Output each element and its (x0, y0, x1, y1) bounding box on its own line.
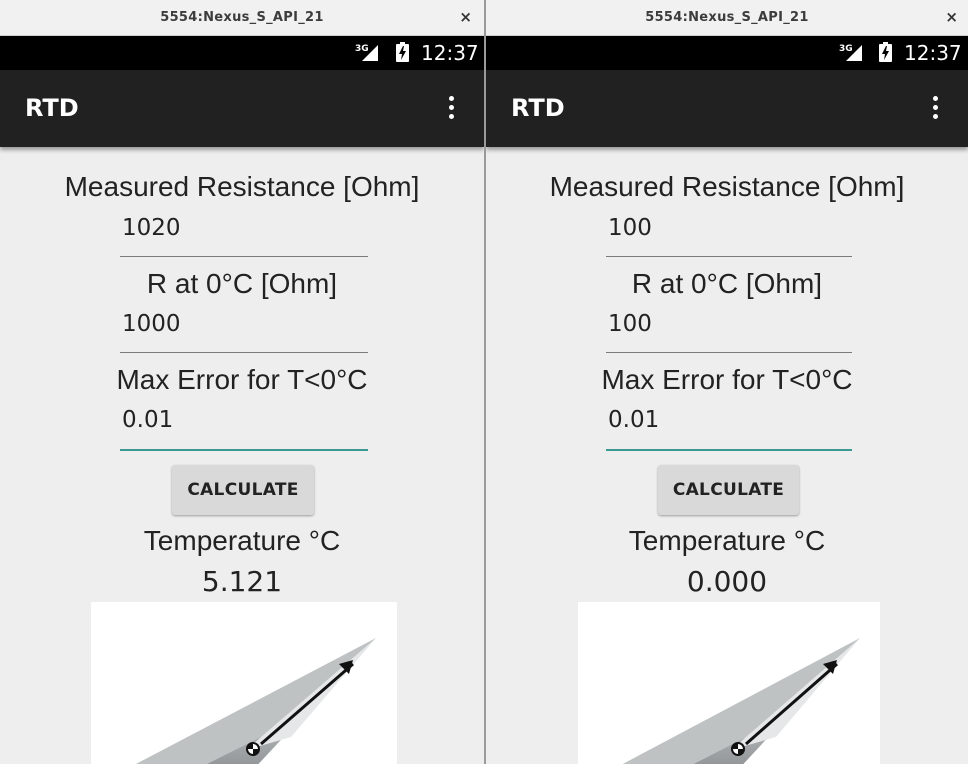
r0-value: 100 (608, 311, 652, 337)
status-clock: 12:37 (421, 41, 479, 65)
battery-charging-icon (879, 42, 892, 62)
network-type-label: 3G (839, 44, 853, 54)
measured-resistance-value: 1020 (122, 215, 181, 241)
r0-label: R at 0°C [Ohm] (631, 268, 823, 299)
overflow-menu-icon[interactable] (444, 96, 458, 122)
action-bar: RTD (0, 70, 484, 147)
measured-resistance-label: Measured Resistance [Ohm] (549, 171, 905, 202)
window-title: 5554:Nexus_S_API_21 (645, 10, 809, 25)
measured-resistance-input[interactable]: 100 (606, 215, 852, 257)
window-titlebar[interactable]: 5554:Nexus_S_API_21 × (486, 0, 968, 36)
r0-label: R at 0°C [Ohm] (146, 268, 338, 299)
measured-resistance-label: Measured Resistance [Ohm] (64, 171, 420, 202)
rtd-probe-image (91, 602, 397, 764)
max-error-input[interactable]: 0.01 (120, 407, 368, 451)
temperature-value: 5.121 (201, 565, 283, 598)
max-error-input[interactable]: 0.01 (606, 407, 852, 451)
r0-input[interactable]: 1000 (120, 311, 368, 353)
app-title: RTD (25, 94, 79, 122)
max-error-label: Max Error for T<0°C (601, 364, 853, 395)
max-error-label: Max Error for T<0°C (116, 364, 368, 395)
close-icon[interactable]: × (945, 8, 958, 26)
status-bar: 3G 12:37 (486, 36, 968, 70)
temperature-value: 0.000 (686, 565, 768, 598)
battery-charging-icon (396, 42, 409, 62)
measured-resistance-input[interactable]: 1020 (120, 215, 368, 257)
network-type-label: 3G (355, 44, 369, 54)
signal-3g-icon: 3G (839, 44, 862, 61)
temperature-label: Temperature °C (143, 525, 341, 556)
status-bar: 3G 12:37 (0, 36, 484, 70)
signal-3g-icon: 3G (355, 44, 378, 61)
close-icon[interactable]: × (459, 8, 472, 26)
temperature-label: Temperature °C (628, 525, 826, 556)
app-title: RTD (511, 94, 565, 122)
r0-value: 1000 (122, 311, 181, 337)
r0-input[interactable]: 100 (606, 311, 852, 353)
overflow-menu-icon[interactable] (928, 96, 942, 122)
max-error-value: 0.01 (122, 407, 174, 433)
calculate-button[interactable]: CALCULATE (172, 465, 314, 515)
emulator-window-left: 5554:Nexus_S_API_21 × 3G 12:37 RTD Measu… (0, 0, 484, 764)
window-title: 5554:Nexus_S_API_21 (160, 10, 324, 25)
max-error-value: 0.01 (608, 407, 660, 433)
window-titlebar[interactable]: 5554:Nexus_S_API_21 × (0, 0, 484, 36)
emulator-window-right: 5554:Nexus_S_API_21 × 3G 12:37 RTD Measu… (486, 0, 968, 764)
rtd-probe-image (578, 602, 880, 764)
action-bar: RTD (486, 70, 968, 147)
status-clock: 12:37 (904, 41, 962, 65)
calculate-button[interactable]: CALCULATE (658, 465, 799, 515)
measured-resistance-value: 100 (608, 215, 652, 241)
